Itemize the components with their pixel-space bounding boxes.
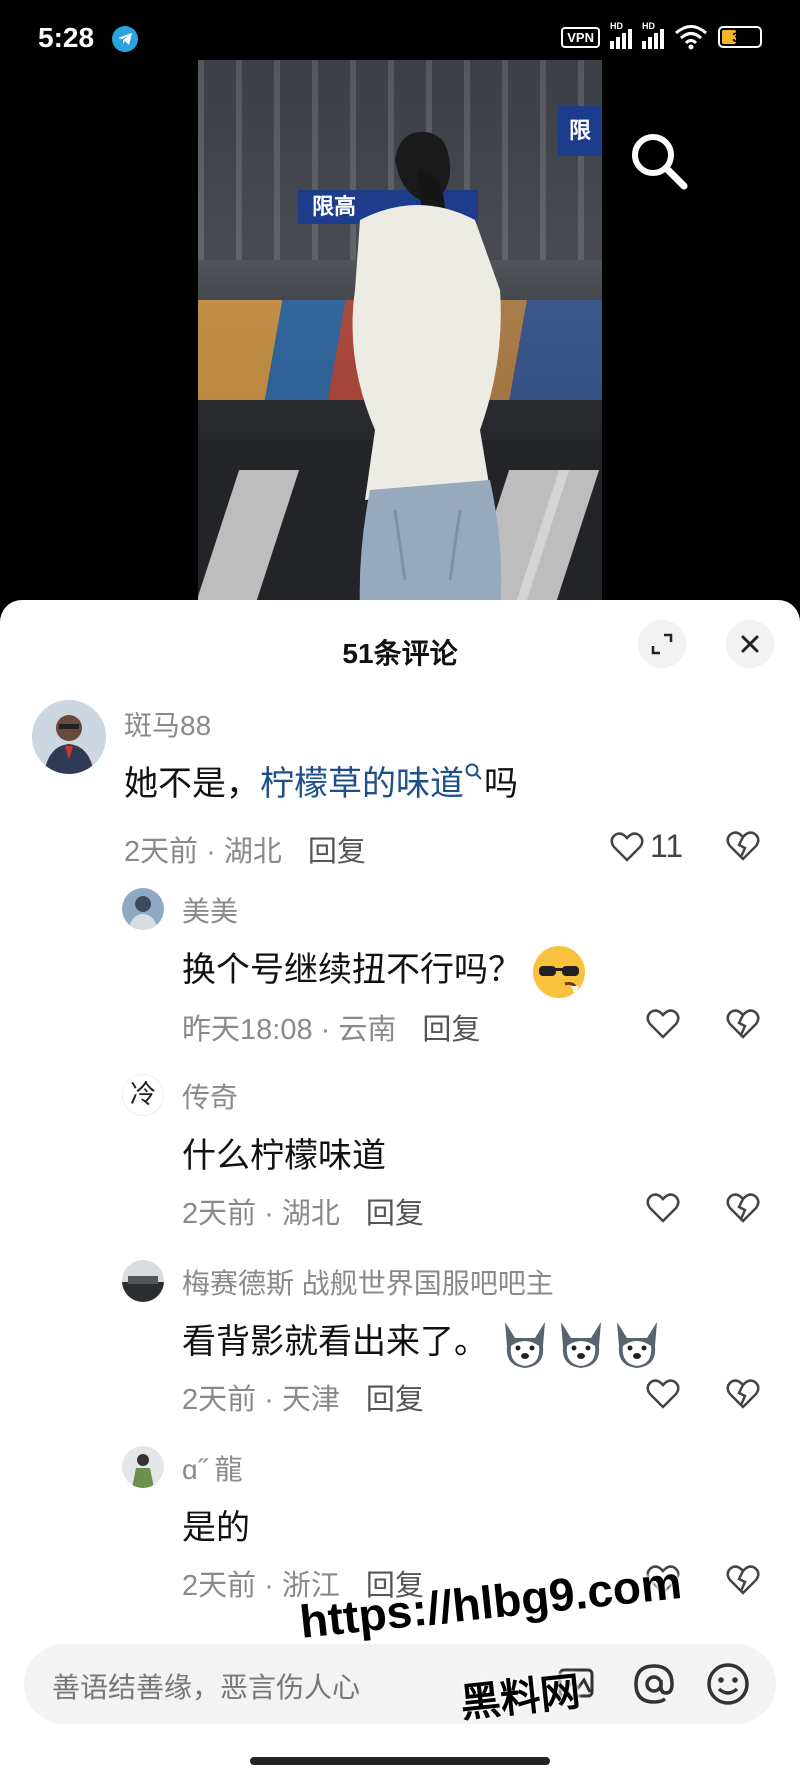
- avatar[interactable]: [122, 888, 164, 930]
- status-time: 5:28: [38, 22, 95, 53]
- comment-time: 2天前 · 湖北: [124, 836, 282, 868]
- comment-text-plain: 她不是，: [124, 765, 260, 803]
- comment-username[interactable]: ɑ˝ 龍: [182, 1448, 243, 1488]
- avatar[interactable]: 冷: [122, 1074, 164, 1116]
- telegram-icon: [112, 26, 138, 52]
- expand-button[interactable]: [638, 620, 686, 668]
- like-count: 11: [650, 828, 684, 864]
- comment-text: 看背影就看出来了。: [182, 1314, 665, 1372]
- comment-input[interactable]: 善语结善缘，恶言伤人心: [24, 1644, 776, 1724]
- husky-emoji-icon: [617, 1322, 658, 1369]
- comment-username[interactable]: 传奇: [182, 1076, 238, 1116]
- reply-button[interactable]: 回复: [366, 1198, 424, 1230]
- dislike-icon[interactable]: [726, 1192, 760, 1224]
- comment-username[interactable]: 梅赛德斯 战舰世界国服吧吧主: [182, 1262, 554, 1302]
- hd-label: HD: [610, 21, 623, 31]
- comment-text: 是的: [182, 1509, 250, 1547]
- dislike-icon[interactable]: [726, 1564, 760, 1596]
- reply-button[interactable]: 回复: [366, 1384, 424, 1416]
- vpn-badge: VPN: [561, 26, 600, 48]
- heart-icon[interactable]: [646, 1192, 680, 1224]
- comment-text: 什么柠檬味道: [182, 1137, 386, 1175]
- heart-icon[interactable]: [646, 1008, 680, 1040]
- comment-text-body: 看背影就看出来了。: [182, 1323, 488, 1361]
- comment-text: 她不是，柠檬草的味道吗: [124, 756, 518, 805]
- comment-text-after: 吗: [484, 765, 518, 803]
- dislike-icon[interactable]: [726, 1008, 760, 1040]
- close-button[interactable]: [726, 620, 774, 668]
- heart-icon: [610, 831, 644, 862]
- battery-icon: 39: [718, 26, 762, 48]
- comment-time: 2天前 · 湖北: [182, 1198, 340, 1230]
- comment-time: 昨天18:08 · 云南: [182, 1014, 397, 1046]
- comment-meta: 昨天18:08 · 云南 回复: [182, 1006, 480, 1048]
- dislike-icon[interactable]: [726, 1378, 760, 1410]
- husky-emoji-icon: [505, 1322, 546, 1369]
- search-small-icon[interactable]: [464, 762, 484, 782]
- comment-meta: 2天前 · 湖北 回复: [182, 1190, 424, 1232]
- search-keyword-link[interactable]: 柠檬草的味道: [260, 765, 464, 803]
- dislike-icon[interactable]: [726, 830, 760, 862]
- search-icon[interactable]: [626, 128, 690, 192]
- comment-text: 换个号继续扭不行吗？: [182, 942, 587, 1000]
- expand-icon: [651, 633, 673, 655]
- comment-input-placeholder: 善语结善缘，恶言伤人心: [52, 1672, 361, 1703]
- wifi-icon: [675, 25, 707, 50]
- video-player[interactable]: 限高 限: [0, 60, 800, 620]
- reply-button[interactable]: 回复: [422, 1014, 480, 1046]
- battery-level: 39: [732, 29, 748, 45]
- avatar[interactable]: [122, 1446, 164, 1488]
- heart-icon[interactable]: [646, 1378, 680, 1410]
- comment-text-body: 换个号继续扭不行吗？: [182, 951, 522, 989]
- signal-icon: HD: [610, 21, 632, 49]
- avatar[interactable]: [32, 700, 106, 774]
- comment-username[interactable]: 美美: [182, 890, 238, 930]
- height-limit-sign-right: 限: [558, 106, 602, 156]
- close-icon: [741, 635, 759, 653]
- home-indicator[interactable]: [250, 1757, 550, 1765]
- comment-time: 2天前 · 天津: [182, 1384, 340, 1416]
- comment-meta: 2天前 · 湖北 回复: [124, 828, 366, 870]
- comment-meta: 2天前 · 天津 回复: [182, 1376, 424, 1418]
- hd-label-2: HD: [642, 21, 655, 31]
- avatar[interactable]: [122, 1260, 164, 1302]
- reply-button[interactable]: 回复: [308, 836, 366, 868]
- signal-icon-2: HD: [642, 21, 664, 49]
- husky-emoji-icon: [561, 1322, 602, 1369]
- comment-username[interactable]: 斑马88: [124, 704, 211, 744]
- like-button[interactable]: 11: [610, 828, 683, 865]
- emoji-icon[interactable]: [704, 1660, 752, 1708]
- person-figure: [352, 131, 502, 610]
- at-mention-icon[interactable]: [630, 1660, 678, 1708]
- cool-emoji-icon: [533, 946, 586, 999]
